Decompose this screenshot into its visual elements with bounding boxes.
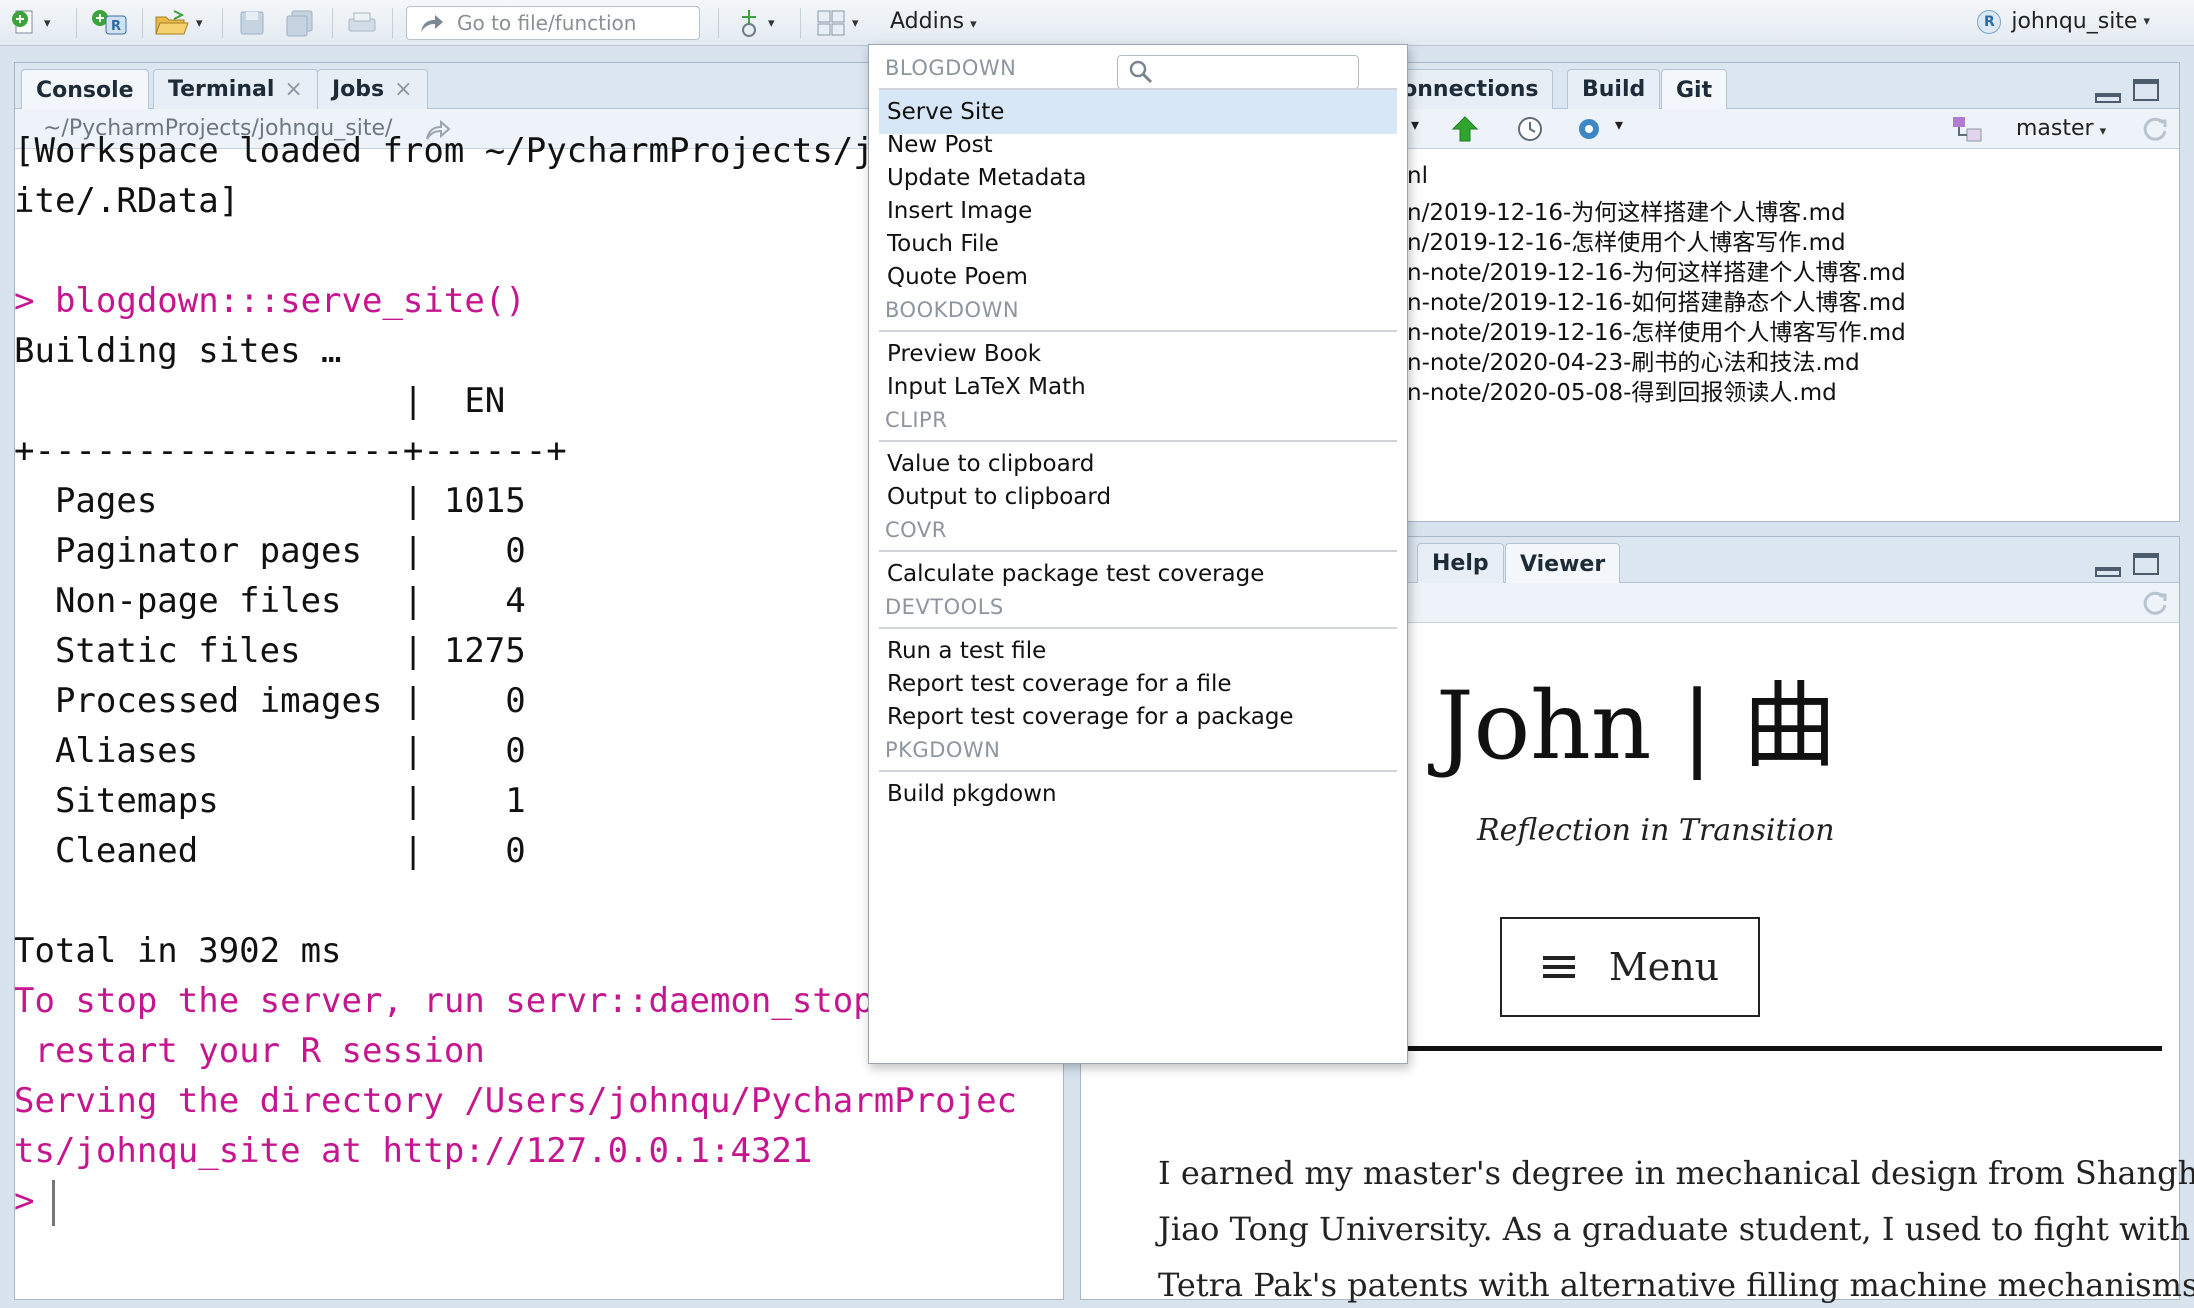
addins-search-input[interactable] [1117, 55, 1359, 89]
open-folder-icon [155, 10, 189, 35]
refresh-icon[interactable] [2141, 115, 2169, 143]
new-file-icon [12, 10, 33, 34]
go-to-arrow-icon [421, 15, 443, 32]
site-menu-label: Menu [1608, 945, 1720, 989]
git-changes-list: nl n/2019-12-16-为何这样搭建个人博客.md n/2019-12-16… [1407, 163, 2167, 513]
refresh-icon[interactable] [2141, 589, 2169, 617]
addins-group-header: CLIPR [885, 408, 948, 432]
addins-menu-item[interactable]: Input LaTeX Math [879, 365, 1397, 409]
tab-viewer-label: Viewer [1520, 551, 1606, 577]
console-line: ts/johnqu_site at http://127.0.0.1:4321 [14, 1131, 813, 1171]
site-paragraph-line: I earned my master's degree in mechanica… [1158, 1154, 2194, 1192]
git-branch-icon [742, 10, 756, 37]
save-all-icon [286, 10, 313, 37]
tab-terminal-label: Terminal [168, 77, 275, 102]
project-menu[interactable]: R johnqu_site ▾ [1977, 9, 2150, 34]
chevron-down-icon: ▾ [2143, 14, 2150, 29]
branch-name: master [2016, 116, 2094, 141]
history-clock-icon[interactable] [1517, 116, 1543, 142]
addins-menu-button[interactable]: Addins ▾ [890, 9, 977, 34]
site-header-divider [1406, 1046, 2162, 1051]
tab-build-label: Build [1582, 77, 1646, 102]
tab-jobs-label: Jobs [332, 77, 385, 102]
site-paragraph-line: Jiao Tong University. As a graduate stud… [1158, 1210, 2191, 1248]
addins-menu-item[interactable]: Quote Poem [879, 255, 1397, 299]
print-icon [348, 12, 376, 32]
new-file-button[interactable]: ▾ [10, 8, 51, 38]
open-file-button[interactable]: ▾ [154, 8, 203, 38]
gear-icon[interactable] [1575, 115, 1605, 143]
tab-git-label: Git [1676, 77, 1713, 103]
addins-dropdown-menu: BLOGDOWN Serve Site New Post Update Metadat… [868, 44, 1408, 1064]
text-cursor [52, 1179, 56, 1226]
new-project-button[interactable]: R [90, 8, 130, 38]
project-name: johnqu_site [2011, 9, 2138, 34]
site-paragraph-line: Tetra Pak's patents with alternative fil… [1158, 1266, 2194, 1304]
tab-terminal[interactable]: Terminal × [153, 69, 318, 109]
tab-console[interactable]: Console [21, 69, 149, 110]
git-file-row[interactable]: nl [1407, 163, 1428, 189]
pane-layout-button[interactable]: ▾ [816, 8, 859, 38]
git-file-row[interactable]: n/2019-12-16-怎样使用个人博客写作.md [1407, 223, 1846, 257]
addins-group-header: DEVTOOLS [885, 595, 1004, 619]
chevron-down-icon[interactable]: ▾ [1615, 115, 1623, 134]
tab-connections-label: Connections [1386, 77, 1539, 102]
tab-build[interactable]: Build [1567, 69, 1661, 109]
addins-menu-item[interactable]: Report test coverage for a package [879, 695, 1397, 739]
addins-group-header: BOOKDOWN [885, 298, 1020, 322]
new-project-icon: R [92, 10, 127, 35]
version-control-button[interactable]: ▾ [736, 8, 775, 38]
git-pane-window-controls [2095, 79, 2159, 103]
git-file-row[interactable]: n-note/2020-05-08-得到回报领读人.md [1407, 373, 1837, 407]
hamburger-menu-icon [1542, 956, 1575, 978]
git-file-row[interactable]: n-note/2019-12-16-如何搭建静态个人博客.md [1407, 283, 1906, 317]
site-title[interactable]: John | 曲 [1436, 650, 1837, 786]
save-icon [240, 11, 264, 35]
addins-menu-item[interactable]: Output to clipboard [879, 475, 1397, 519]
branch-switch-icon[interactable] [1951, 115, 1983, 143]
addins-menu-item[interactable]: Calculate package test coverage [879, 552, 1397, 596]
addins-menu-item[interactable]: Build pkgdown [879, 772, 1397, 816]
print-button[interactable] [346, 8, 378, 38]
branch-selector[interactable]: master ▾ [2016, 116, 2106, 141]
tab-help-label: Help [1432, 551, 1489, 576]
console-prompt[interactable]: > [14, 1176, 1054, 1226]
tab-help[interactable]: Help [1417, 543, 1504, 583]
tab-git[interactable]: Git [1661, 69, 1728, 110]
maximize-icon[interactable] [2133, 79, 2159, 101]
git-file-row[interactable]: n-note/2020-04-23-刷书的心法和技法.md [1407, 343, 1860, 377]
push-arrow-icon[interactable] [1451, 115, 1479, 143]
grid-layout-icon [817, 10, 845, 36]
console-line: Serving the directory /Users/johnqu/Pych… [14, 1081, 1018, 1121]
tab-viewer[interactable]: Viewer [1505, 543, 1621, 584]
go-to-file-placeholder: Go to file/function [457, 11, 637, 35]
git-file-row[interactable]: n-note/2019-12-16-怎样使用个人博客写作.md [1407, 313, 1906, 347]
git-file-row[interactable]: n-note/2019-12-16-为何这样搭建个人博客.md [1407, 253, 1906, 287]
minimize-icon[interactable] [2095, 93, 2121, 103]
tab-jobs[interactable]: Jobs × [317, 69, 428, 109]
main-toolbar: ▾ R ▾ Go to file/function ▾ ▾ Addins ▾ R… [0, 0, 2194, 46]
site-subtitle: Reflection in Transition [1477, 813, 1835, 848]
close-icon[interactable]: × [284, 77, 302, 102]
console-prompt-symbol: > [14, 1181, 35, 1221]
go-to-file-input[interactable]: Go to file/function [406, 6, 700, 40]
addins-group-header: PKGDOWN [885, 738, 1001, 762]
site-menu-button[interactable]: Menu [1500, 917, 1760, 1017]
minimize-icon[interactable] [2095, 567, 2121, 577]
maximize-icon[interactable] [2133, 553, 2159, 575]
search-icon [1129, 60, 1153, 84]
addins-label: Addins [890, 9, 965, 34]
r-project-icon: R [1977, 9, 2002, 34]
addins-group-header: BLOGDOWN [885, 56, 1017, 80]
svg-text:R: R [111, 19, 121, 34]
save-button[interactable] [238, 8, 266, 38]
save-all-button[interactable] [284, 8, 316, 38]
viewer-pane-window-controls [2095, 553, 2159, 577]
tab-console-label: Console [36, 77, 134, 103]
git-file-row[interactable]: n/2019-12-16-为何这样搭建个人博客.md [1407, 193, 1846, 227]
chevron-down-icon: ▾ [970, 17, 977, 32]
close-icon[interactable]: × [394, 77, 412, 102]
addins-group-header: COVR [885, 518, 947, 542]
chevron-down-icon[interactable]: ▾ [1411, 115, 1419, 134]
